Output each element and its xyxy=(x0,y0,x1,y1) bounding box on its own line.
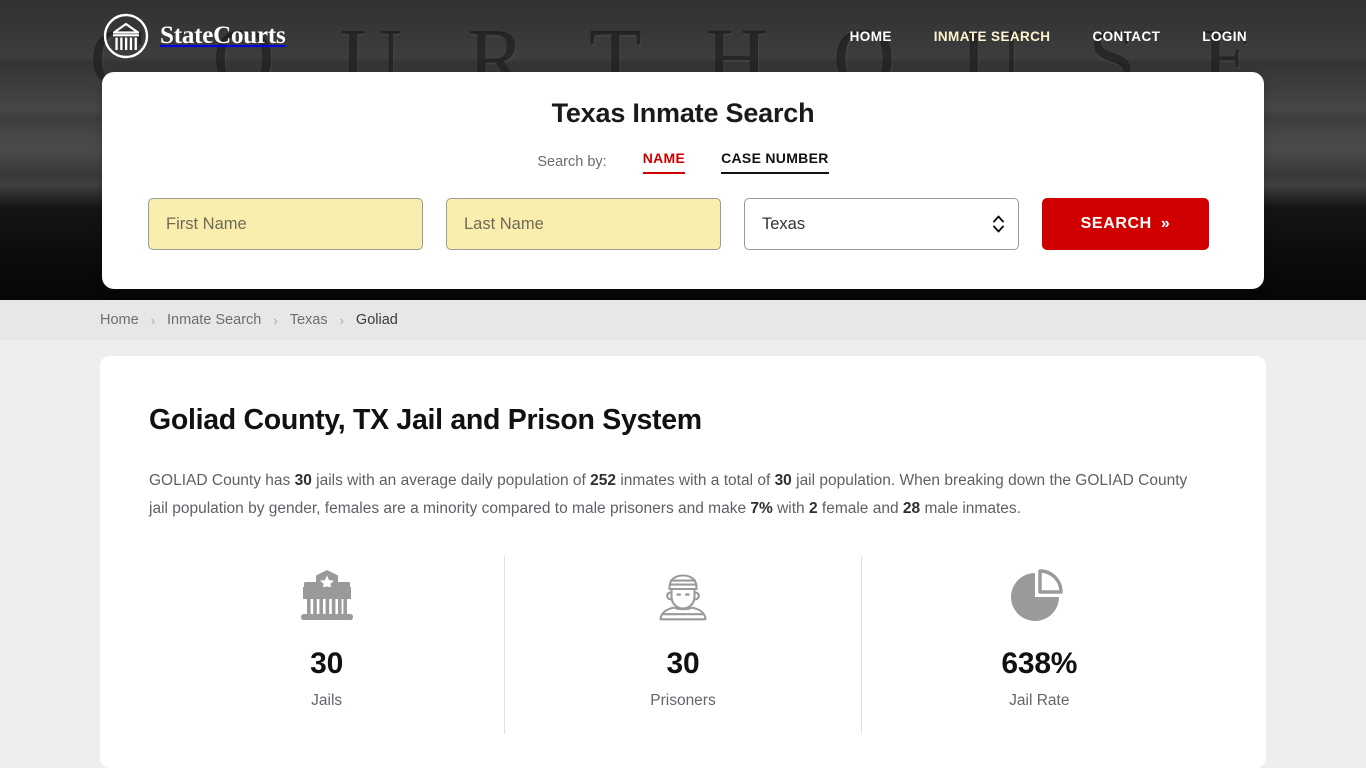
top-navigation-bar: StateCourts HOME INMATE SEARCH CONTACT L… xyxy=(0,0,1366,72)
search-by-row: Search by: NAME CASE NUMBER xyxy=(148,150,1218,174)
brand-logo-link[interactable]: StateCourts xyxy=(103,13,286,59)
tab-search-by-name[interactable]: NAME xyxy=(642,150,686,174)
content-area: Goliad County, TX Jail and Prison System… xyxy=(0,340,1366,768)
nav-links: HOME INMATE SEARCH CONTACT LOGIN xyxy=(850,29,1306,44)
pie-chart-icon xyxy=(1009,566,1069,628)
tab-search-by-case-number[interactable]: CASE NUMBER xyxy=(721,150,829,174)
state-select-value: Texas xyxy=(762,214,806,233)
prisoner-icon xyxy=(654,566,712,628)
stat-value-jail-rate: 638% xyxy=(1001,647,1078,680)
brand-name: StateCourts xyxy=(160,22,286,49)
stats-row: 30 Jails 30 Prisoners 638% Jail Rate xyxy=(149,556,1217,734)
breadcrumb-item-texas[interactable]: Texas xyxy=(290,312,328,328)
breadcrumb-separator-icon: › xyxy=(339,312,344,328)
nav-item-home[interactable]: HOME xyxy=(850,29,892,44)
nav-item-inmate-search[interactable]: INMATE SEARCH xyxy=(934,29,1051,44)
hero-banner: C O U R T H O U S E StateCourts HOME xyxy=(0,0,1366,300)
county-summary-paragraph: GOLIAD County has 30 jails with an avera… xyxy=(149,472,1188,517)
county-info-card: Goliad County, TX Jail and Prison System… xyxy=(100,356,1266,768)
stat-label-jails: Jails xyxy=(311,692,343,709)
stat-value-jails: 30 xyxy=(310,647,344,680)
inmate-search-card: Texas Inmate Search Search by: NAME CASE… xyxy=(102,72,1264,289)
breadcrumb-item-goliad: Goliad xyxy=(355,312,398,328)
stat-jails: 30 Jails xyxy=(149,556,504,734)
stat-prisoners: 30 Prisoners xyxy=(504,556,860,734)
first-name-input[interactable] xyxy=(148,198,423,250)
jail-building-icon xyxy=(297,566,357,628)
nav-item-contact[interactable]: CONTACT xyxy=(1092,29,1160,44)
search-by-label: Search by: xyxy=(537,154,607,170)
breadcrumb-item-inmate-search[interactable]: Inmate Search xyxy=(167,312,261,328)
breadcrumb-separator-icon: › xyxy=(150,312,156,328)
breadcrumb: Home › Inmate Search › Texas › Goliad xyxy=(0,300,1366,340)
last-name-input[interactable] xyxy=(446,198,721,250)
stat-label-jail-rate: Jail Rate xyxy=(1009,692,1070,709)
search-card-title: Texas Inmate Search xyxy=(551,98,815,128)
search-button-label: SEARCH xyxy=(1080,215,1152,232)
courthouse-circle-icon xyxy=(103,13,149,59)
double-chevron-right-icon: » xyxy=(1160,215,1171,232)
stat-jail-rate: 638% Jail Rate xyxy=(860,556,1217,734)
page-title: Goliad County, TX Jail and Prison System xyxy=(149,404,702,436)
chevron-updown-icon xyxy=(993,215,1004,233)
breadcrumb-separator-icon: › xyxy=(273,312,278,328)
breadcrumb-item-home[interactable]: Home xyxy=(100,312,139,328)
stat-value-prisoners: 30 xyxy=(666,647,700,680)
search-form: Texas SEARCH » xyxy=(148,198,1218,250)
state-select[interactable]: Texas xyxy=(744,198,1019,250)
stat-label-prisoners: Prisoners xyxy=(650,692,716,709)
search-submit-button[interactable]: SEARCH » xyxy=(1042,198,1209,250)
nav-item-login[interactable]: LOGIN xyxy=(1202,29,1247,44)
